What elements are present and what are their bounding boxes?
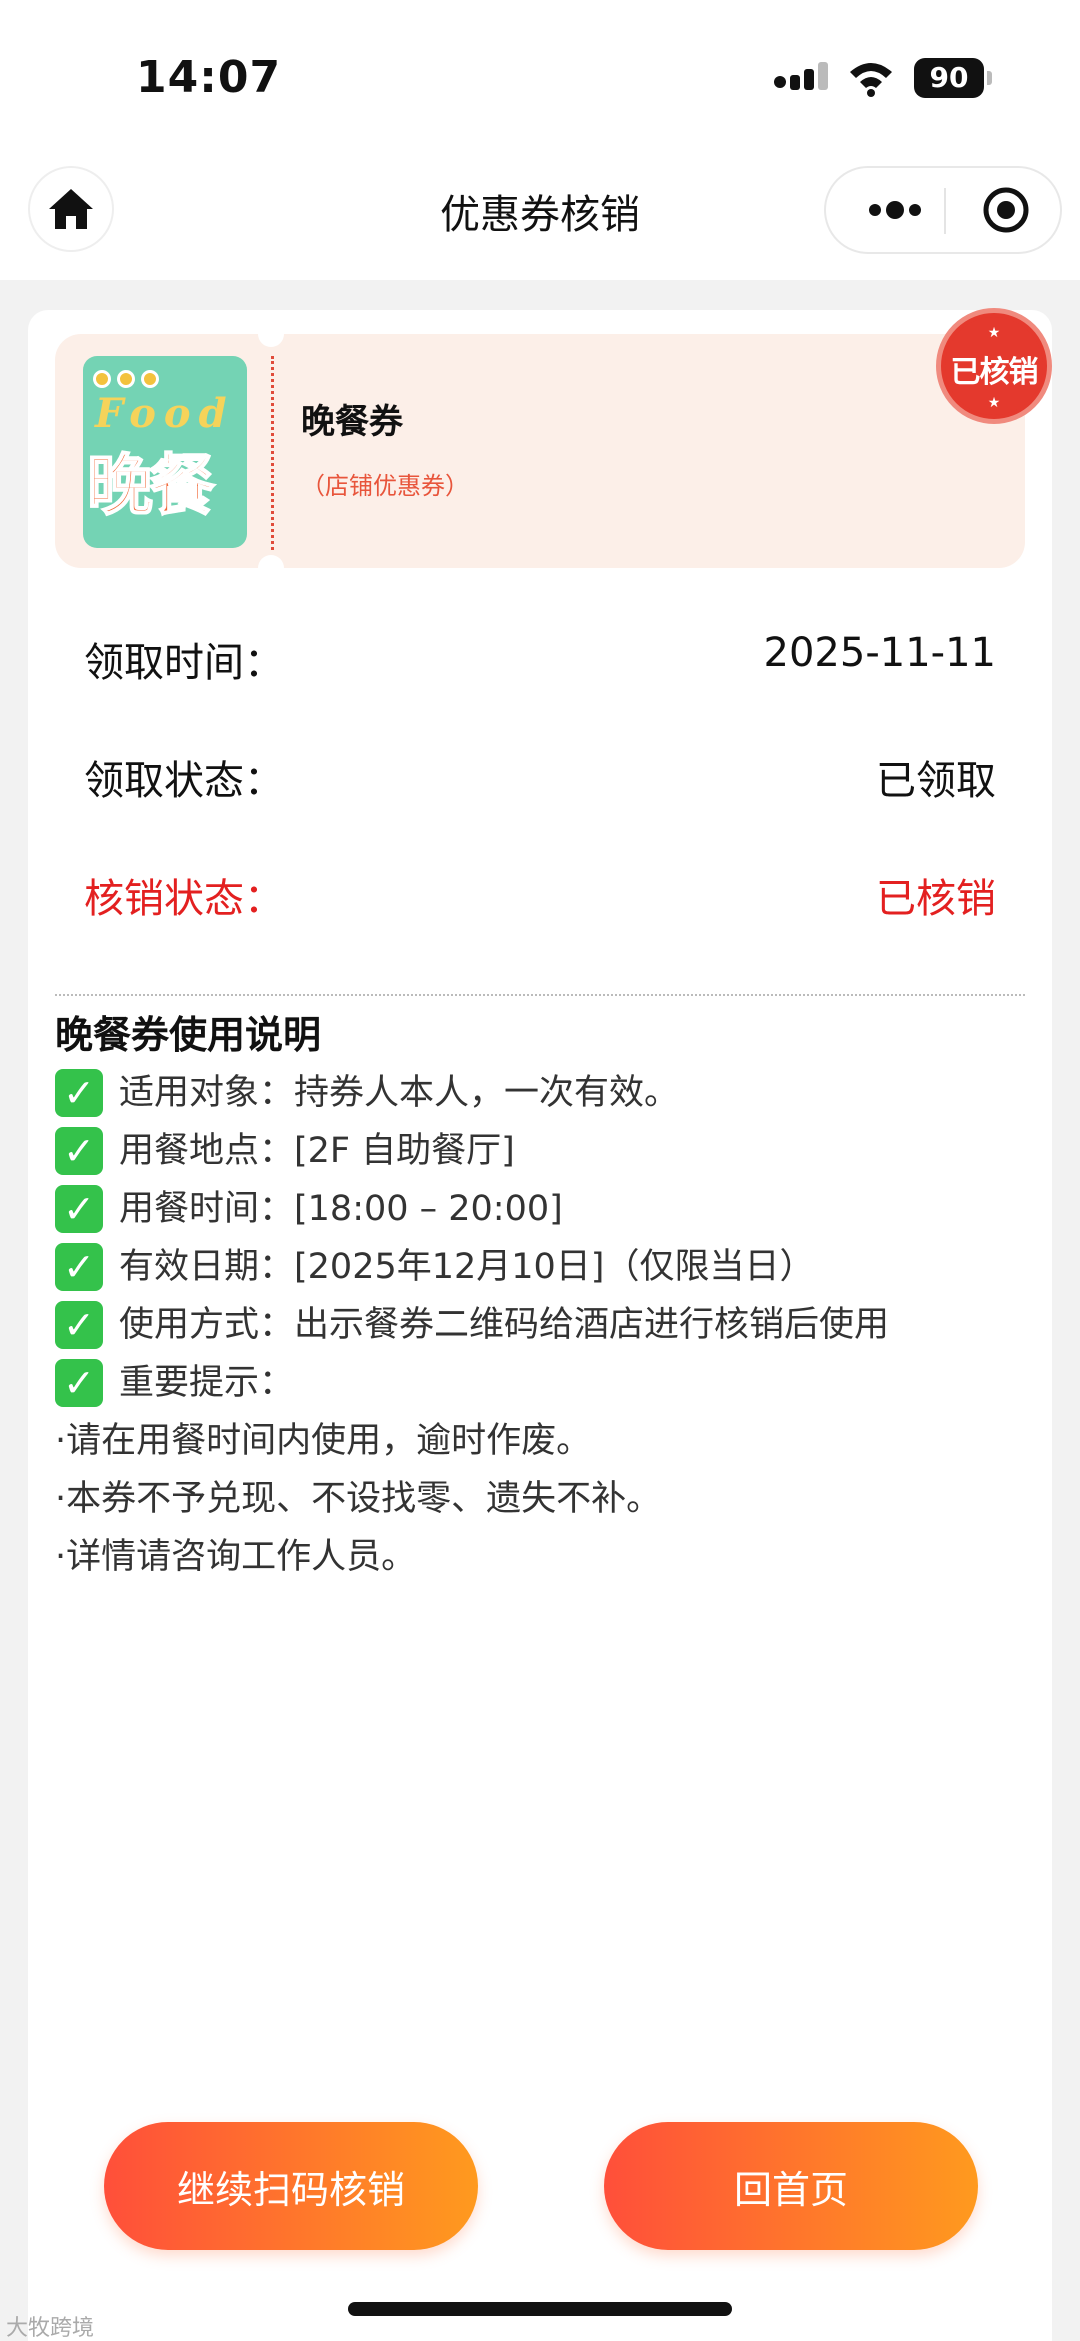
coupon-notch-bottom: [258, 555, 284, 581]
check-mark-icon: ✓: [55, 1243, 103, 1291]
dotted-divider: [55, 994, 1025, 996]
stamp-text: 已核销: [950, 355, 1039, 390]
instruction-line: ✓ 重要提示：: [55, 1354, 1035, 1412]
check-mark-icon: ✓: [55, 1069, 103, 1117]
coupon-subtitle: （店铺优惠券）: [301, 472, 469, 500]
detail-value: 2025-11-11: [763, 630, 996, 676]
more-icon: [869, 201, 921, 219]
check-mark-icon: ✓: [55, 1359, 103, 1407]
instruction-line: ✓ 有效日期：[2025年12月10日]（仅限当日）: [55, 1238, 1035, 1296]
detail-label: 领取状态：: [84, 758, 284, 804]
detail-label: 核销状态：: [84, 876, 284, 922]
image-food-text: Food: [95, 390, 235, 437]
coupon-notch-top: [258, 321, 284, 347]
check-mark-icon: ✓: [55, 1301, 103, 1349]
detail-label: 领取时间：: [84, 640, 284, 686]
instruction-line: ✓ 适用对象：持券人本人，一次有效。: [55, 1064, 1035, 1122]
check-mark-icon: ✓: [55, 1185, 103, 1233]
battery-indicator: 90: [914, 58, 992, 98]
check-mark-icon: ✓: [55, 1127, 103, 1175]
detail-value: 已核销: [876, 876, 996, 922]
more-button[interactable]: [850, 168, 940, 252]
signal-icon: [774, 62, 828, 90]
watermark: 大牧跨境: [6, 2316, 95, 2341]
coupon-card: Food 晚餐 晚餐券 （店铺优惠券）: [55, 321, 1025, 581]
close-button[interactable]: [966, 168, 1046, 252]
detail-value: 已领取: [876, 758, 996, 804]
instruction-bullet: ·详情请咨询工作人员。: [55, 1537, 417, 1577]
instructions-title: 晚餐券使用说明: [55, 1013, 322, 1057]
coupon-name: 晚餐券: [301, 402, 403, 442]
main-card: Food 晚餐 晚餐券 （店铺优惠券） ★ 已核销 ★ 领取时间： 2025-1…: [28, 308, 1052, 2341]
instruction-bullet: ·请在用餐时间内使用，逾时作废。: [55, 1421, 592, 1461]
back-home-button[interactable]: 回首页: [604, 2122, 978, 2250]
status-bar: 14:07 90: [0, 0, 1080, 150]
stamp-star-icon: ★: [987, 325, 1001, 341]
close-target-icon: [983, 187, 1029, 233]
instruction-line: ✓ 用餐地点：[2F 自助餐厅]: [55, 1122, 1035, 1180]
capsule-divider: [944, 188, 946, 234]
usage-instructions: 晚餐券使用说明 ✓ 适用对象：持券人本人，一次有效。 ✓ 用餐地点：[2F 自助餐厅…: [55, 1006, 1035, 1586]
redeemed-stamp: ★ 已核销 ★: [936, 308, 1052, 424]
image-main-text: 晚餐: [86, 446, 216, 525]
wifi-icon: [850, 63, 892, 97]
instruction-line: ✓ 用餐时间：[18:00 – 20:00]: [55, 1180, 1035, 1238]
miniprogram-capsule: [824, 166, 1062, 254]
nav-bar: 优惠券核销: [0, 150, 1080, 280]
coupon-image: Food 晚餐: [83, 356, 247, 548]
instruction-line: ✓ 使用方式：出示餐券二维码给酒店进行核销后使用: [55, 1296, 1035, 1354]
continue-scan-button[interactable]: 继续扫码核销: [104, 2122, 478, 2250]
stamp-star-icon: ★: [987, 395, 1001, 411]
detail-row-receive-time: 领取时间： 2025-11-11: [84, 630, 996, 690]
coupon-perforation: [271, 356, 274, 550]
image-dots: [93, 370, 159, 388]
status-time: 14:07: [136, 52, 282, 103]
instruction-bullet: ·本券不予兑现、不设找零、遗失不补。: [55, 1479, 662, 1519]
home-indicator: [348, 2302, 732, 2316]
detail-row-redeem-status: 核销状态： 已核销: [84, 866, 996, 926]
detail-row-receive-status: 领取状态： 已领取: [84, 748, 996, 808]
